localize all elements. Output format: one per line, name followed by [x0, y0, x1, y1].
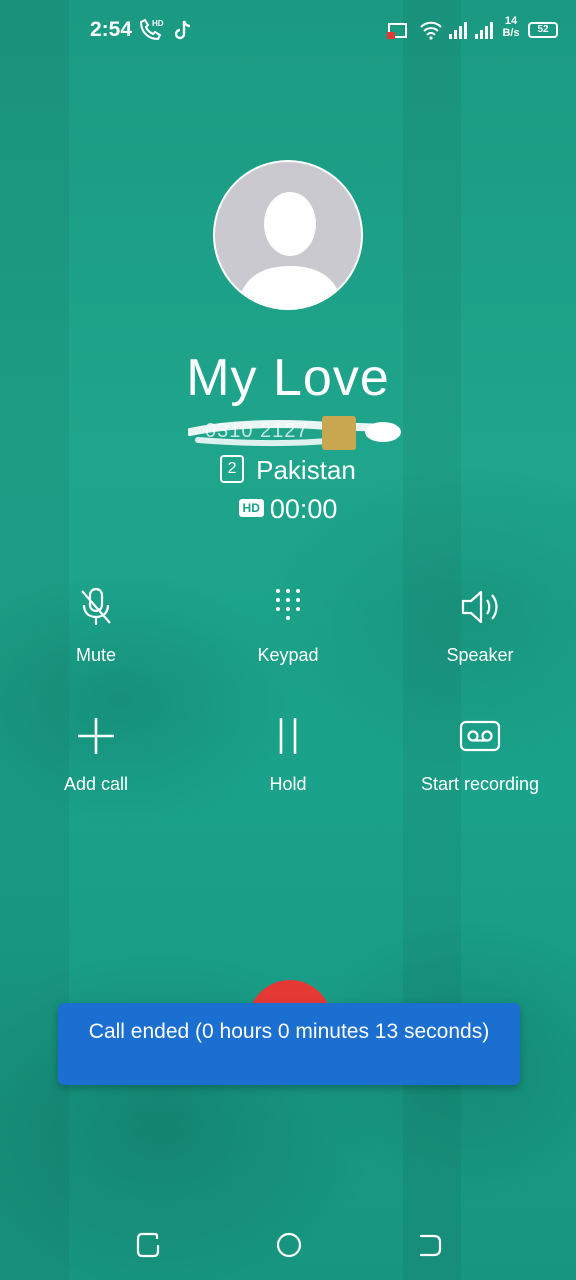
mute-label: Mute [75, 645, 117, 665]
add-call-button[interactable]: Add call [0, 714, 192, 795]
recent-apps-icon[interactable] [133, 1230, 163, 1260]
microphone-off-icon [81, 587, 111, 625]
toast-message: Call ended (0 hours 0 minutes 13 seconds… [88, 1020, 490, 1043]
redaction-scribble [188, 416, 401, 450]
screen-cast-icon [387, 23, 407, 39]
mute-button[interactable]: Mute [0, 585, 192, 666]
speaker-icon [461, 590, 498, 624]
add-call-label: Add call [63, 774, 129, 794]
person-silhouette-icon [237, 192, 343, 308]
home-icon[interactable] [274, 1230, 304, 1260]
hd-call-icon: HD [139, 18, 164, 41]
keypad-icon [276, 589, 300, 620]
hd-voice-badge: HD [238, 498, 264, 517]
pause-icon [279, 718, 297, 754]
hold-button[interactable]: Hold [192, 714, 384, 795]
start-recording-label: Start recording [420, 774, 540, 794]
status-bar: 2:54 HD 14 B/s 52 [0, 0, 576, 60]
status-time: 2:54 [90, 18, 133, 41]
contact-avatar [213, 160, 363, 310]
call-hd-badge: HD [152, 19, 164, 28]
speaker-label: Speaker [446, 645, 514, 665]
start-recording-button[interactable]: Start recording [384, 714, 576, 795]
call-duration: 00:00 [269, 494, 338, 524]
network-speed: 14 B/s [502, 15, 520, 39]
signal-sim2-icon [475, 22, 493, 39]
plus-icon [78, 718, 114, 754]
sim-slot-icon: 2 [220, 455, 245, 484]
call-duration-row: HD 00:00 [0, 494, 576, 525]
speaker-button[interactable]: Speaker [384, 585, 576, 666]
voicemail-record-icon [459, 720, 501, 752]
keypad-label: Keypad [257, 645, 319, 665]
sim-location-row: 2 Pakistan [0, 455, 576, 486]
battery-level: 52 [537, 24, 549, 35]
keypad-button[interactable]: Keypad [192, 585, 384, 666]
signal-sim1-icon [449, 22, 467, 39]
hold-label: Hold [269, 774, 307, 794]
contact-name: My Love [186, 349, 390, 407]
back-icon[interactable] [415, 1230, 445, 1260]
battery-icon: 52 [528, 22, 558, 38]
wifi-icon [420, 21, 442, 40]
tiktok-icon [174, 20, 191, 40]
caller-location: Pakistan [256, 455, 356, 485]
call-ended-toast: Call ended (0 hours 0 minutes 13 seconds… [58, 1003, 520, 1085]
